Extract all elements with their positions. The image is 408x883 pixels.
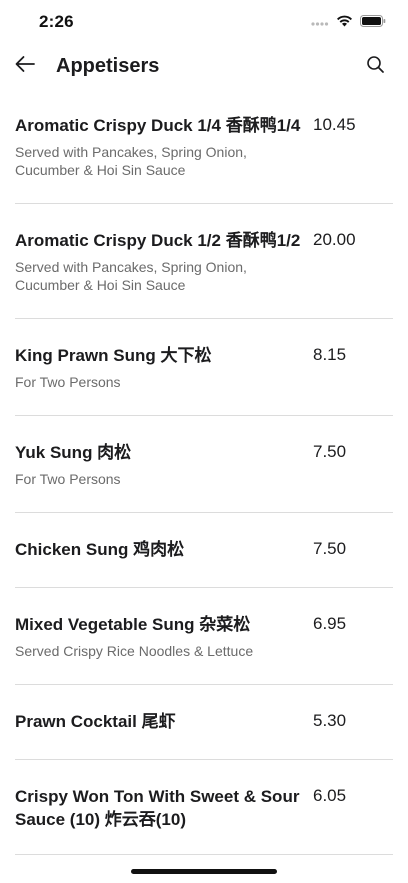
status-bar: 2:26 — [0, 0, 408, 44]
search-button[interactable] — [360, 52, 390, 82]
wifi-icon — [336, 14, 353, 32]
menu-item[interactable]: Prawn Cocktail 尾虾 5.30 — [15, 684, 393, 760]
signal-icon — [311, 14, 329, 32]
battery-icon — [360, 14, 386, 32]
item-price: 8.15 — [313, 345, 347, 364]
menu-item[interactable]: Chicken Sung 鸡肉松 7.50 — [15, 512, 393, 588]
status-time: 2:26 — [39, 12, 74, 31]
item-price: 20.00 — [313, 230, 356, 249]
menu-item[interactable]: Yuk Sung 肉松 7.50 For Two Persons — [15, 415, 393, 513]
page-title: Appetisers — [56, 55, 160, 77]
item-price: 10.45 — [313, 115, 356, 134]
item-name: Chicken Sung 鸡肉松 — [15, 540, 185, 559]
search-icon — [366, 55, 385, 79]
item-description: Served with Pancakes, Spring Onion, Cucu… — [15, 144, 247, 178]
menu-item[interactable]: Mixed Vegetable Sung 杂菜松 6.95 Served Cri… — [15, 587, 393, 685]
menu-item[interactable]: Aromatic Crispy Duck 1/4 香酥鸭1/4 10.45 Se… — [15, 88, 393, 204]
home-indicator — [131, 869, 277, 874]
item-name: Aromatic Crispy Duck 1/2 香酥鸭1/2 — [15, 231, 301, 250]
item-name: Crispy Won Ton With Sweet & Sour Sauce (… — [15, 787, 300, 829]
menu-item[interactable]: King Prawn Sung 大下松 8.15 For Two Persons — [15, 318, 393, 416]
item-name: King Prawn Sung 大下松 — [15, 346, 212, 365]
item-description: Served Crispy Rice Noodles & Lettuce — [15, 643, 254, 659]
item-description: For Two Persons — [15, 471, 121, 487]
item-name: Yuk Sung 肉松 — [15, 443, 132, 462]
navigation-bar: Appetisers — [0, 44, 408, 88]
status-icons — [311, 14, 386, 32]
item-price: 7.50 — [313, 539, 347, 558]
item-name: Mixed Vegetable Sung 杂菜松 — [15, 615, 251, 634]
item-price: 6.95 — [313, 614, 347, 633]
back-button[interactable] — [10, 51, 40, 81]
item-name: Prawn Cocktail 尾虾 — [15, 712, 176, 731]
menu-item[interactable]: Crispy Won Ton With Sweet & Sour Sauce (… — [15, 759, 393, 855]
item-description: Served with Pancakes, Spring Onion, Cucu… — [15, 259, 247, 293]
item-price: 7.50 — [313, 442, 347, 461]
item-description: For Two Persons — [15, 374, 121, 390]
item-price: 6.05 — [313, 786, 347, 805]
item-price: 5.30 — [313, 711, 347, 730]
menu-item[interactable]: Aromatic Crispy Duck 1/2 香酥鸭1/2 20.00 Se… — [15, 203, 393, 319]
arrow-left-icon — [14, 55, 36, 78]
item-name: Aromatic Crispy Duck 1/4 香酥鸭1/4 — [15, 116, 301, 135]
